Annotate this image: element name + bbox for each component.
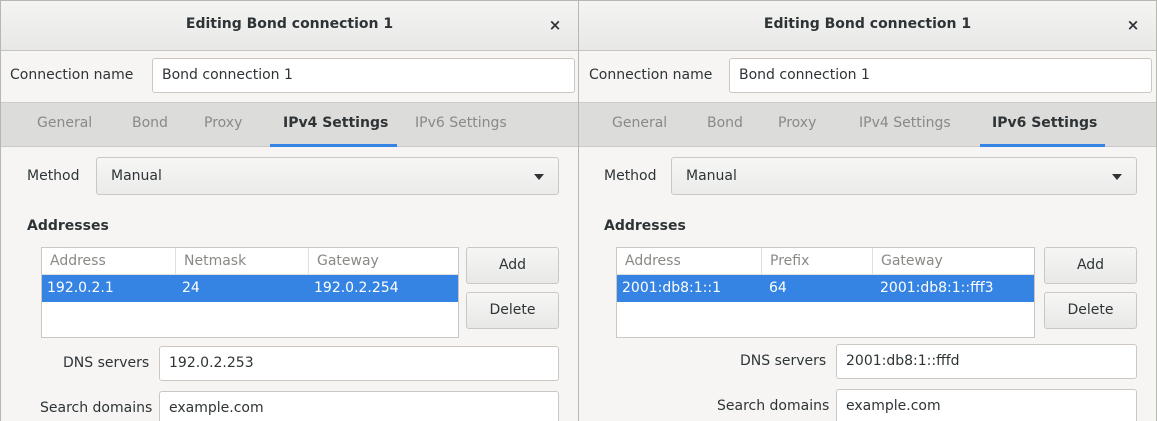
method-dropdown[interactable]: Manual bbox=[96, 157, 559, 195]
cell-address: 2001:db8:1::1 bbox=[622, 280, 721, 296]
method-label: Method bbox=[604, 168, 657, 184]
column-header-netmask[interactable]: Netmask bbox=[175, 248, 308, 275]
titlebar: Editing Bond connection 1 × bbox=[579, 1, 1156, 51]
cell-netmask: 24 bbox=[182, 280, 200, 296]
cell-gateway: 192.0.2.254 bbox=[314, 280, 399, 296]
cell-address: 192.0.2.1 bbox=[47, 280, 114, 296]
search-domains-label: Search domains bbox=[717, 398, 830, 414]
chevron-down-icon bbox=[1112, 174, 1122, 180]
add-button[interactable]: Add bbox=[1044, 247, 1137, 284]
addresses-table[interactable]: Address Prefix Gateway 2001:db8:1::1 64 … bbox=[616, 247, 1035, 338]
method-value: Manual bbox=[111, 168, 162, 184]
column-header-address[interactable]: Address bbox=[42, 248, 175, 275]
connection-name-label: Connection name bbox=[10, 67, 134, 83]
addresses-title: Addresses bbox=[27, 218, 109, 234]
active-tab-indicator bbox=[270, 144, 397, 147]
connection-name-input[interactable]: Bond connection 1 bbox=[729, 58, 1152, 93]
titlebar: Editing Bond connection 1 × bbox=[1, 1, 578, 51]
tab-ipv6-settings[interactable]: IPv6 Settings bbox=[992, 115, 1097, 131]
tab-general[interactable]: General bbox=[612, 115, 667, 131]
dns-servers-label: DNS servers bbox=[740, 353, 827, 369]
table-header: Address Prefix Gateway bbox=[617, 248, 1034, 275]
column-header-gateway[interactable]: Gateway bbox=[872, 248, 1034, 275]
tab-ipv6-settings[interactable]: IPv6 Settings bbox=[415, 115, 507, 131]
connection-name-label: Connection name bbox=[589, 67, 713, 83]
add-button[interactable]: Add bbox=[466, 247, 559, 284]
tab-ipv4-settings[interactable]: IPv4 Settings bbox=[283, 115, 388, 131]
addresses-title: Addresses bbox=[604, 218, 686, 234]
column-header-gateway[interactable]: Gateway bbox=[308, 248, 458, 275]
delete-button[interactable]: Delete bbox=[1044, 292, 1137, 329]
method-value: Manual bbox=[686, 168, 737, 184]
active-tab-indicator bbox=[980, 144, 1105, 147]
cell-gateway: 2001:db8:1::fff3 bbox=[880, 280, 994, 296]
dialog-title: Editing Bond connection 1 bbox=[763, 16, 972, 32]
search-domains-input[interactable]: example.com bbox=[159, 391, 559, 421]
method-label: Method bbox=[27, 168, 80, 184]
delete-button[interactable]: Delete bbox=[466, 292, 559, 329]
tab-proxy[interactable]: Proxy bbox=[204, 115, 242, 131]
dns-servers-label: DNS servers bbox=[63, 355, 150, 371]
column-header-address[interactable]: Address bbox=[617, 248, 761, 275]
table-row[interactable]: 2001:db8:1::1 64 2001:db8:1::fff3 bbox=[617, 275, 1034, 302]
tab-general[interactable]: General bbox=[37, 115, 92, 131]
close-button[interactable]: × bbox=[1122, 14, 1144, 36]
table-header: Address Netmask Gateway bbox=[42, 248, 458, 275]
close-button[interactable]: × bbox=[544, 14, 566, 36]
connection-name-input[interactable]: Bond connection 1 bbox=[152, 58, 575, 93]
addresses-table[interactable]: Address Netmask Gateway 192.0.2.1 24 192… bbox=[41, 247, 459, 338]
table-row[interactable]: 192.0.2.1 24 192.0.2.254 bbox=[42, 275, 458, 302]
ipv4-settings-dialog: Editing Bond connection 1 × Connection n… bbox=[0, 0, 579, 421]
column-header-prefix[interactable]: Prefix bbox=[761, 248, 872, 275]
dns-servers-input[interactable]: 2001:db8:1::fffd bbox=[836, 344, 1137, 379]
tab-bond[interactable]: Bond bbox=[132, 115, 168, 131]
chevron-down-icon bbox=[534, 174, 544, 180]
ipv6-settings-dialog: Editing Bond connection 1 × Connection n… bbox=[578, 0, 1157, 421]
search-domains-label: Search domains bbox=[40, 400, 153, 416]
tab-bar: General Bond Proxy IPv4 Settings IPv6 Se… bbox=[579, 102, 1156, 147]
dialog-title: Editing Bond connection 1 bbox=[185, 16, 394, 32]
tab-bond[interactable]: Bond bbox=[707, 115, 743, 131]
method-dropdown[interactable]: Manual bbox=[671, 157, 1137, 195]
cell-prefix: 64 bbox=[769, 280, 787, 296]
dns-servers-input[interactable]: 192.0.2.253 bbox=[159, 346, 559, 381]
tab-ipv4-settings[interactable]: IPv4 Settings bbox=[859, 115, 951, 131]
search-domains-input[interactable]: example.com bbox=[836, 389, 1137, 421]
tab-bar: General Bond Proxy IPv4 Settings IPv6 Se… bbox=[1, 102, 578, 147]
tab-proxy[interactable]: Proxy bbox=[778, 115, 816, 131]
